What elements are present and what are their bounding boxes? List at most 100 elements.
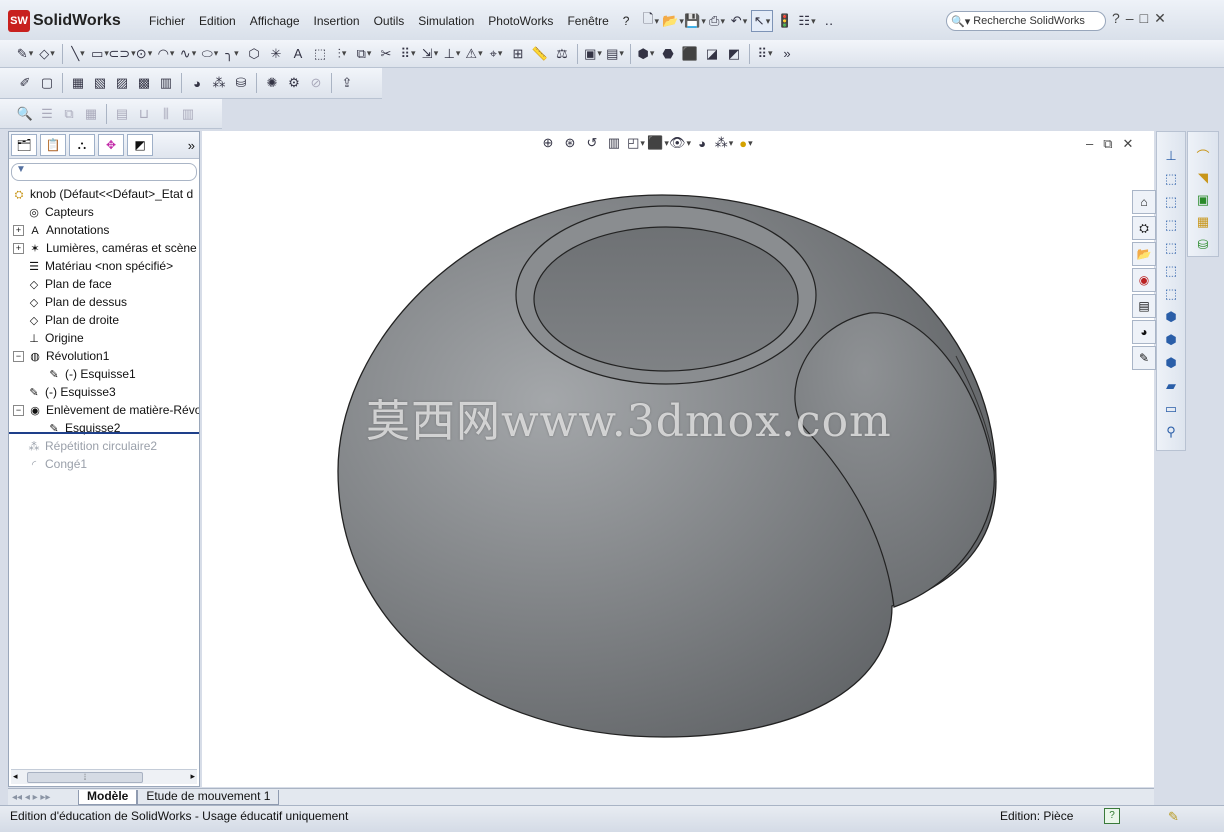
select-pointer-icon[interactable]: ↖ [751,10,773,32]
view-palette-icon[interactable]: ▤ [1132,294,1156,318]
isometric-view-icon[interactable]: ⬢ [1161,307,1181,327]
tree-item[interactable]: ◇ Plan de droite [9,311,199,329]
measure-icon[interactable]: 📏 [530,44,550,64]
instant2d-icon[interactable]: ⊞ [508,44,528,64]
loft-icon[interactable]: ⬛ [680,44,700,64]
open-folder-icon[interactable]: 📂 [662,11,683,31]
split-icon[interactable]: ◩ [724,44,744,64]
tree-item[interactable]: + ✶ Lumières, caméras et scène [9,239,199,257]
tree-item[interactable]: ⁂ Répétition circulaire2 [9,437,199,455]
menu-help[interactable]: ? [616,12,637,30]
menu-insertion[interactable]: Insertion [307,12,367,30]
slot-icon[interactable]: ⊂⊃ [108,44,132,64]
sketch-box-icon[interactable]: ▢ [37,73,57,93]
shell-icon[interactable]: ▣ [1193,190,1213,209]
tree-item[interactable]: ⊥ Origine [9,329,199,347]
relations-icon[interactable]: ⊥ [442,44,462,64]
print-icon[interactable]: ⎙ [707,11,727,31]
export-icon[interactable]: ⇪ [337,73,357,93]
boss-icon[interactable]: ⬣ [658,44,678,64]
feature-filter-input[interactable]: ▼ [11,163,197,181]
back-view-icon[interactable]: ⬚ [1161,192,1181,212]
apply-scene-icon[interactable]: ⁂ [714,133,734,153]
extrude-icon[interactable]: ▤ [605,44,625,64]
new-document-icon[interactable]: 🗋 [641,11,661,31]
render-icon[interactable]: ▧ [90,73,110,93]
right-view-icon[interactable]: ⬚ [1161,238,1181,258]
rib-icon[interactable]: ▦ [1193,213,1213,232]
menu-affichage[interactable]: Affichage [243,12,307,30]
previous-view-icon[interactable]: ↺ [582,133,602,153]
point-icon[interactable]: ✳ [266,44,286,64]
zoom-to-area-icon[interactable]: ⊛ [560,133,580,153]
ellipse-icon[interactable]: ⬭ [200,44,220,64]
solidworks-logo[interactable]: SW SolidWorks [8,8,121,34]
convert-entities-icon[interactable]: ⧉ [354,44,374,64]
tree-item[interactable]: − ◍ Révolution1 [9,347,199,365]
view-settings-icon[interactable]: ● [736,133,756,153]
help-icon[interactable]: ? [1104,808,1120,824]
text-icon[interactable]: A [288,44,308,64]
tree-expand-toggle[interactable]: − [13,405,24,417]
featuremanager-tab-icon[interactable]: 🗂 [11,134,37,156]
tree-item[interactable]: ✎ (-) Esquisse3 [9,383,199,401]
smart-dimension-icon[interactable]: ◇ [37,44,57,64]
scroll-right-icon[interactable]: ▸ [190,771,195,782]
pattern-icon[interactable]: ⠿ [755,44,775,64]
shaded-view-icon[interactable]: ▰ [1161,376,1181,396]
trim-icon[interactable]: ✂ [376,44,396,64]
rebuild-icon[interactable]: 🚦 [775,11,795,31]
tree-item[interactable]: ◇ Plan de dessus [9,293,199,311]
options-icon[interactable]: ☷ [797,11,817,31]
grid-icon[interactable]: ▤ [112,104,132,124]
fillet-icon[interactable]: ⌒ [1193,146,1213,165]
undo-icon[interactable]: ↶ [729,11,749,31]
tree-expand-toggle[interactable]: + [13,225,24,237]
tree-item[interactable]: ◜ Congé1 [9,455,199,473]
graphics-area[interactable] [202,131,1154,787]
tree-expand-toggle[interactable]: − [13,351,24,363]
arc-icon[interactable]: ◠ [156,44,176,64]
chamfer-icon[interactable]: ◥ [1193,168,1213,187]
view-tool-icon[interactable]: ⚲ [1161,422,1181,442]
mirror-icon[interactable]: ⫶ [332,44,352,64]
configurationmanager-tab-icon[interactable]: ⛬ [69,134,95,156]
column-icon[interactable]: ⫼ [156,104,176,124]
options-render-icon[interactable]: ⚙ [284,73,304,93]
bottom-view-icon[interactable]: ⬚ [1161,284,1181,304]
stamp-icon[interactable]: ⊔ [134,104,154,124]
normal-to-icon[interactable]: ⊥ [1161,146,1181,166]
custom-properties-icon[interactable]: ✎ [1132,346,1156,370]
feature-icon[interactable]: ▣ [583,44,603,64]
appearance-icon[interactable]: ◕ [187,73,207,93]
tree-item[interactable]: ◎ Capteurs [9,203,199,221]
render-last-icon[interactable]: ▩ [134,73,154,93]
linear-pattern-icon[interactable]: ⠿ [398,44,418,64]
render-file-icon[interactable]: ▥ [156,73,176,93]
menu-outils[interactable]: Outils [367,12,412,30]
appearances-icon[interactable]: ◕ [1132,320,1156,344]
help-icon[interactable]: ? [1112,10,1120,27]
dimetric-view-icon[interactable]: ⬢ [1161,353,1181,373]
top-view-icon[interactable]: ⬚ [1161,261,1181,281]
viewport-restore-icon[interactable]: ⧉ [1103,136,1112,152]
panel-expand-icon[interactable]: » [188,138,195,153]
viewport-minimize-icon[interactable]: – [1086,136,1093,152]
move-entities-icon[interactable]: ⇲ [420,44,440,64]
circle-icon[interactable]: ⊙ [134,44,154,64]
viewport-close-icon[interactable]: ✕ [1123,136,1134,152]
fillet-sketch-icon[interactable]: ╮ [222,44,242,64]
home-icon[interactable]: ⌂ [1132,190,1156,214]
tab-model[interactable]: Modèle [78,789,138,805]
combine-icon[interactable]: ◪ [702,44,722,64]
rebuild-tool-icon[interactable]: ✎ [1168,809,1179,825]
more-icon[interactable]: ‥ [819,11,839,31]
list-icon[interactable]: ☰ [37,104,57,124]
panel-horizontal-scrollbar[interactable]: ◂ ⦙ ▸ [11,769,197,784]
wireframe-view-icon[interactable]: ▭ [1161,399,1181,419]
dimxpert-tab-icon[interactable]: ✥ [98,134,124,156]
edit-appearance-icon[interactable]: ◕ [692,133,712,153]
maximize-icon[interactable]: □ [1140,10,1148,27]
rollback-bar[interactable] [9,432,199,434]
save-icon[interactable]: 💾 [684,11,705,31]
